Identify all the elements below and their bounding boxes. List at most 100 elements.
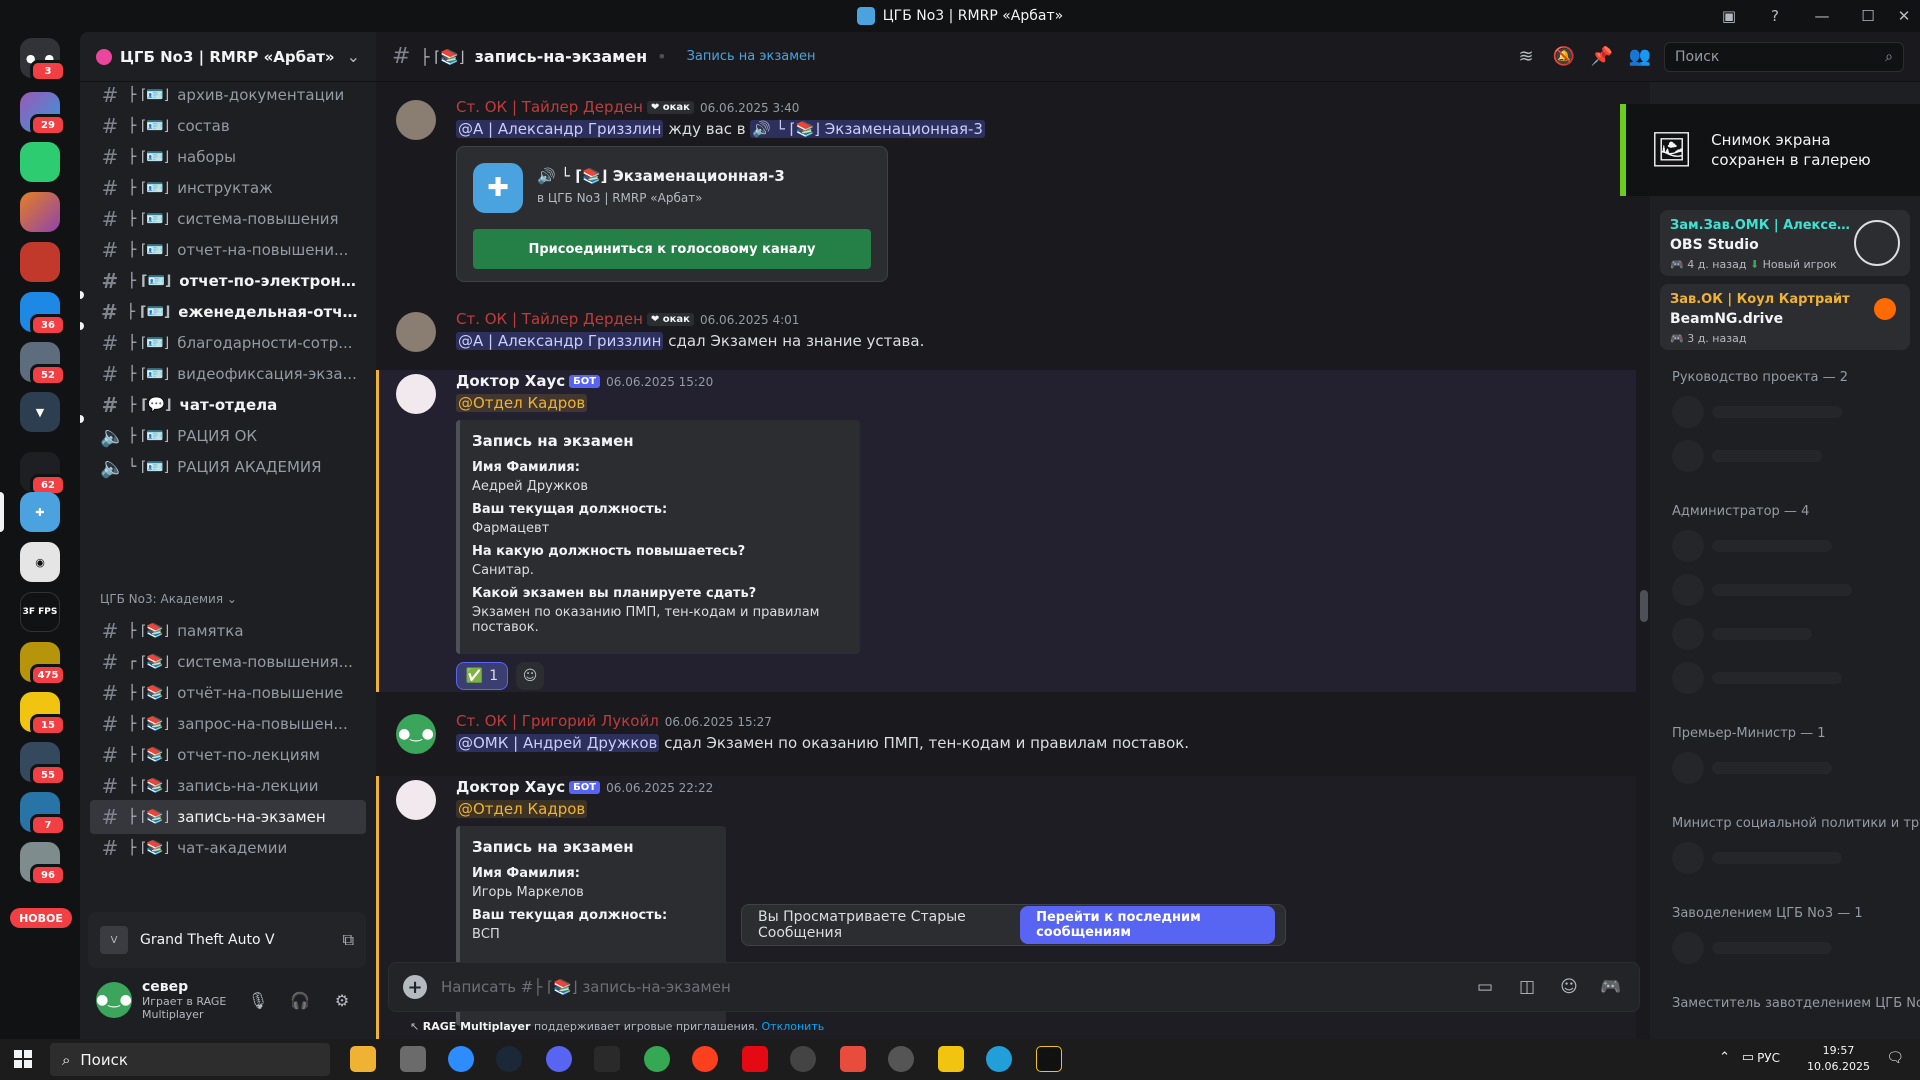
yandex-icon[interactable] [692, 1046, 718, 1072]
steam-icon[interactable] [496, 1046, 522, 1072]
channel-item[interactable]: # ├ ⌈🪪⌋ отчет-на-повышени... [90, 233, 366, 267]
vpn-icon[interactable] [938, 1046, 964, 1072]
server-icon-10[interactable]: 475 [20, 642, 66, 686]
server-icon-4[interactable] [20, 242, 60, 282]
telegram-icon[interactable] [986, 1046, 1012, 1072]
help-icon[interactable]: ? [1752, 0, 1798, 32]
avatar[interactable] [396, 374, 436, 414]
avatar[interactable] [396, 780, 436, 820]
author-name[interactable]: Ст. ОК | Тайлер Дерден [456, 98, 643, 116]
channel-item[interactable]: # ├ ⌈🪪⌋ отчет-по-электронн... [90, 264, 366, 298]
close-button[interactable]: ✕ [1890, 0, 1918, 32]
add-attachment-icon[interactable]: + [403, 975, 427, 999]
avatar[interactable]: ●‿● [96, 982, 132, 1018]
avatar[interactable] [396, 312, 436, 352]
user-mention[interactable]: @А | Александр Гриззлин [456, 120, 664, 138]
role-mention[interactable]: @Отдел Кадров [456, 394, 588, 412]
activity-panel[interactable]: V Grand Theft Auto V ⧉ [88, 912, 366, 968]
epic-games-icon[interactable] [594, 1046, 620, 1072]
author-name[interactable]: Ст. ОК | Тайлер Дерден [456, 310, 643, 328]
server-icon-14[interactable]: 96 [20, 842, 66, 886]
pin-icon[interactable]: 📌 [1588, 43, 1616, 71]
inbox-icon[interactable]: ▣ [1706, 0, 1752, 32]
server-icon-7[interactable]: ▼ [20, 392, 60, 432]
channel-item[interactable]: # ├ ⌈🪪⌋ инструктаж [90, 171, 366, 205]
user-mention[interactable]: @А | Александр Гриззлин [456, 332, 664, 350]
windows-start-icon[interactable] [14, 1050, 32, 1068]
author-name[interactable]: Доктор Хаус [456, 372, 565, 390]
channel-item[interactable]: # ├ ⌈📚⌋ запрос-на-повышен... [90, 707, 366, 741]
headphones-icon[interactable]: 🎧 [284, 984, 316, 1016]
join-voice-button[interactable]: Присоединиться к голосовому каналу [473, 229, 871, 269]
channel-item[interactable]: # ├ ⌈💬⌋ чат-отдела [90, 388, 366, 422]
server-icon-13[interactable]: 7 [20, 792, 66, 836]
category-header[interactable]: ЦГБ No3: Академия ⌄ [100, 592, 237, 606]
sticker-icon[interactable]: ◫ [1513, 973, 1541, 1001]
channel-item-active[interactable]: # ├ ⌈📚⌋ запись-на-экзамен [90, 800, 366, 834]
add-reaction-icon[interactable]: ☺ [516, 662, 544, 690]
gamepad-icon[interactable]: 🎮 [1597, 973, 1625, 1001]
user-mention[interactable]: @ОМК | Андрей Дружков [456, 734, 660, 752]
zoom-icon[interactable] [448, 1046, 474, 1072]
channel-item[interactable]: # ┌ ⌈📚⌋ система-повышения... [90, 645, 366, 679]
server-icon-9[interactable]: ◉ [20, 542, 60, 582]
chrome-icon[interactable] [644, 1046, 670, 1072]
members-icon[interactable]: 👥 [1626, 43, 1654, 71]
discord-icon[interactable] [546, 1046, 572, 1072]
notifications-icon[interactable]: 🗨 [1886, 1050, 1904, 1066]
activity-card[interactable]: Зав.ОК | Коул Картрайт BeamNG.drive 🎮 3 … [1660, 284, 1910, 350]
channel-item[interactable]: # ├ ⌈🪪⌋ архив-документации [90, 78, 366, 112]
channel-item[interactable]: # ├ ⌈🪪⌋ наборы [90, 140, 366, 174]
server-icon-12[interactable]: 55 [20, 742, 66, 786]
voice-channel-item[interactable]: 🔈 └ ⌈🪪⌋ РАЦИЯ АКАДЕМИЯ [90, 450, 366, 484]
message-composer[interactable]: + Написать #├ ⌈📚⌋ запись-на-экзамен ▭ ◫ … [388, 962, 1640, 1012]
netflix-icon[interactable] [742, 1046, 768, 1072]
new-unreads-pill[interactable]: НОВОЕ [10, 908, 72, 928]
channel-item[interactable]: # ├ ⌈📚⌋ отчёт-на-повышение [90, 676, 366, 710]
gear-icon[interactable]: ⚙ [326, 984, 358, 1016]
author-name[interactable]: Доктор Хаус [456, 778, 565, 796]
channel-item[interactable]: # ├ ⌈🪪⌋ благодарности-сотр... [90, 326, 366, 360]
rage-mp-icon[interactable] [1036, 1046, 1062, 1072]
server-icon-11[interactable]: 15 [20, 692, 66, 736]
server-icon-fps[interactable]: 3F FPS [20, 592, 60, 632]
language-indicator[interactable]: РУС [1757, 1051, 1780, 1065]
channel-topic[interactable]: Запись на экзамен [687, 49, 816, 64]
taskbar-search[interactable]: ⌕ Поиск [50, 1043, 330, 1076]
server-icon-8[interactable]: 62 [20, 452, 66, 496]
screenshot-toast[interactable]: 🖼 Снимок экрана сохранен в галерею [1620, 104, 1920, 196]
message-input[interactable]: Написать #├ ⌈📚⌋ запись-на-экзамен [441, 978, 1457, 996]
avatar[interactable] [396, 100, 436, 140]
channel-item[interactable]: # ├ ⌈🪪⌋ система-повышения [90, 202, 366, 236]
maximize-button[interactable]: ☐ [1854, 0, 1882, 32]
server-icon-6[interactable]: 52 [20, 342, 66, 386]
app-icon[interactable] [840, 1046, 866, 1072]
clock[interactable]: 19:57 10.06.2025 [1807, 1043, 1870, 1075]
channel-item[interactable]: # ├ ⌈🪪⌋ еженедельная-отчет... [90, 295, 366, 329]
server-header[interactable]: ЦГБ No3 | RMRP «Арбат» ⌄ [80, 32, 376, 82]
jump-to-present-button[interactable]: Перейти к последним сообщениям [1020, 906, 1275, 944]
dm-home-icon[interactable]: ●‿● 3 [20, 38, 66, 82]
voice-channel-item[interactable]: 🔈 ├ ⌈🪪⌋ РАЦИЯ ОК [90, 419, 366, 453]
server-icon-1[interactable]: 29 [20, 92, 66, 136]
channel-item[interactable]: # ├ ⌈🪪⌋ состав [90, 109, 366, 143]
avatar[interactable]: ●‿● [396, 714, 436, 754]
channel-item[interactable]: # ├ ⌈📚⌋ памятка [90, 614, 366, 648]
activity-card[interactable]: Зам.Зав.ОМК | Алексей... OBS Studio 🎮 4 … [1660, 210, 1910, 276]
channel-item[interactable]: # ├ ⌈🪪⌋ видеофиксация-экза... [90, 357, 366, 391]
user-info[interactable]: север Играет в RAGE Multiplayer [142, 979, 232, 1021]
role-mention[interactable]: @Отдел Кадров [456, 800, 588, 818]
server-icon-2[interactable] [20, 142, 60, 182]
emoji-icon[interactable]: ☺ [1555, 973, 1583, 1001]
author-name[interactable]: Ст. ОК | Григорий Лукойл [456, 712, 659, 730]
tray-chevron-icon[interactable]: ⌃ [1719, 1050, 1730, 1065]
scrollbar-thumb[interactable] [1640, 590, 1648, 622]
decline-link[interactable]: Отклонить [762, 1020, 825, 1033]
microphone-icon[interactable]: 🎙 [242, 984, 274, 1016]
channel-item[interactable]: # ├ ⌈📚⌋ запись-на-лекции [90, 769, 366, 803]
screen-share-icon[interactable]: ⧉ [343, 930, 354, 950]
channel-mention[interactable]: 🔊 └ ⌈📚⌋ Экзаменационная-3 [750, 120, 985, 138]
server-icon-5[interactable]: 36 [20, 292, 66, 336]
server-icon-active[interactable]: ✚ [20, 492, 60, 532]
obs-taskbar-icon[interactable] [790, 1046, 816, 1072]
